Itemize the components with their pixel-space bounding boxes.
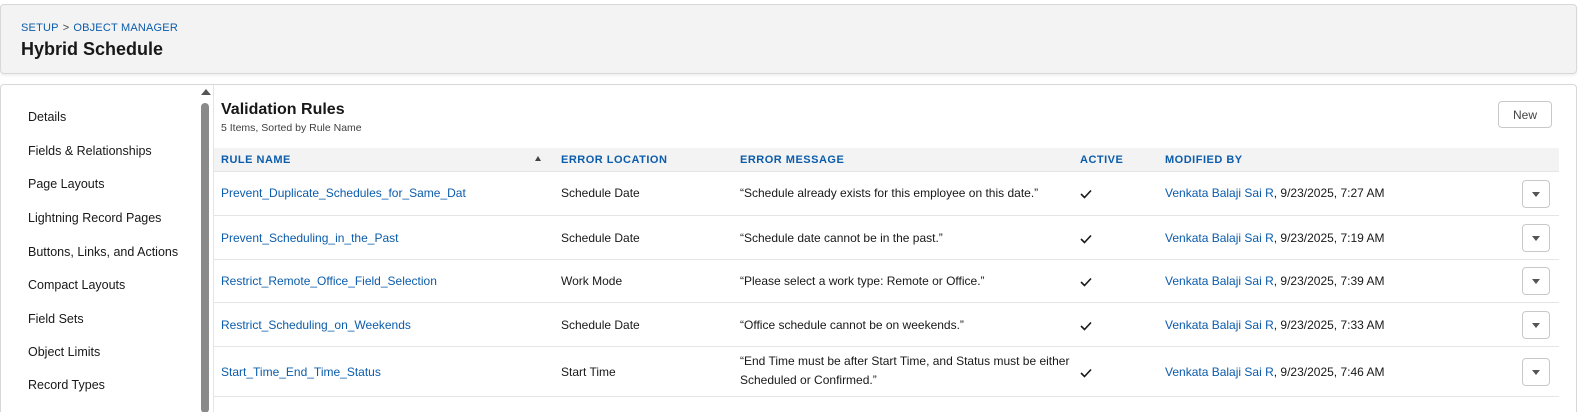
rule-name-link[interactable]: Restrict_Scheduling_on_Weekends bbox=[221, 318, 411, 332]
modified-by-user-link[interactable]: Venkata Balaji Sai R bbox=[1165, 274, 1274, 288]
chevron-down-icon bbox=[1532, 370, 1540, 375]
table-row: Restrict_Scheduling_on_Weekends Schedule… bbox=[214, 303, 1559, 347]
row-actions-button[interactable] bbox=[1522, 311, 1550, 339]
breadcrumb-object-manager[interactable]: OBJECT MANAGER bbox=[73, 22, 178, 34]
modified-date: , 9/23/2025, 7:39 AM bbox=[1273, 274, 1385, 288]
error-location: Work Mode bbox=[561, 274, 623, 288]
validation-rules-panel: Validation Rules 5 Items, Sorted by Rule… bbox=[213, 85, 1578, 412]
check-icon bbox=[1080, 368, 1092, 378]
check-icon bbox=[1080, 234, 1092, 244]
error-location: Schedule Date bbox=[561, 186, 640, 200]
error-location: Start Time bbox=[561, 365, 616, 379]
sidebar: Details Fields & Relationships Page Layo… bbox=[1, 85, 201, 412]
modified-by-user-link[interactable]: Venkata Balaji Sai R bbox=[1165, 186, 1274, 200]
breadcrumb-setup[interactable]: SETUP bbox=[21, 22, 59, 34]
error-message: “Office schedule cannot be on weekends.” bbox=[740, 318, 964, 332]
sidebar-scrollbar[interactable] bbox=[200, 85, 212, 412]
error-message: “Schedule date cannot be in the past.” bbox=[740, 231, 943, 245]
section-title: Validation Rules bbox=[221, 101, 345, 118]
row-actions-button[interactable] bbox=[1522, 180, 1550, 208]
error-location: Schedule Date bbox=[561, 318, 640, 332]
check-icon bbox=[1080, 189, 1092, 199]
row-actions-button[interactable] bbox=[1522, 267, 1550, 295]
table-row: Prevent_Scheduling_in_the_Past Schedule … bbox=[214, 216, 1559, 260]
rule-name-link[interactable]: Start_Time_End_Time_Status bbox=[221, 365, 381, 379]
validation-rules-table: RULE NAME ERROR LOCATION ERROR MESSAGE A… bbox=[214, 148, 1559, 397]
modified-by: Venkata Balaji Sai R, 9/23/2025, 7:39 AM bbox=[1165, 274, 1384, 288]
scroll-thumb[interactable] bbox=[201, 103, 209, 412]
chevron-down-icon bbox=[1532, 279, 1540, 284]
table-row: Prevent_Duplicate_Schedules_for_Same_Dat… bbox=[214, 172, 1559, 216]
check-icon bbox=[1080, 321, 1092, 331]
column-header-error-location[interactable]: ERROR LOCATION bbox=[561, 154, 667, 166]
sidebar-item-fields-relationships[interactable]: Fields & Relationships bbox=[28, 144, 152, 158]
sidebar-item-compact-layouts[interactable]: Compact Layouts bbox=[28, 278, 125, 292]
rule-name-link[interactable]: Prevent_Duplicate_Schedules_for_Same_Dat bbox=[221, 186, 466, 200]
breadcrumb-separator: > bbox=[62, 22, 70, 34]
column-header-active[interactable]: ACTIVE bbox=[1080, 154, 1123, 166]
scroll-up-icon[interactable] bbox=[201, 89, 211, 95]
rule-name-link[interactable]: Restrict_Remote_Office_Field_Selection bbox=[221, 274, 437, 288]
sort-ascending-icon bbox=[535, 156, 541, 161]
page-title: Hybrid Schedule bbox=[21, 39, 164, 59]
modified-date: , 9/23/2025, 7:19 AM bbox=[1273, 231, 1385, 245]
sidebar-item-field-sets[interactable]: Field Sets bbox=[28, 312, 84, 326]
chevron-down-icon bbox=[1532, 323, 1540, 328]
chevron-down-icon bbox=[1532, 192, 1540, 197]
modified-by: Venkata Balaji Sai R, 9/23/2025, 7:33 AM bbox=[1165, 318, 1384, 332]
column-header-modified-by[interactable]: MODIFIED BY bbox=[1165, 154, 1243, 166]
modified-by-user-link[interactable]: Venkata Balaji Sai R bbox=[1165, 365, 1274, 379]
table-row: Start_Time_End_Time_Status Start Time “E… bbox=[214, 347, 1559, 397]
check-icon bbox=[1080, 277, 1092, 287]
modified-by: Venkata Balaji Sai R, 9/23/2025, 7:19 AM bbox=[1165, 231, 1384, 245]
modified-by: Venkata Balaji Sai R, 9/23/2025, 7:46 AM bbox=[1165, 365, 1384, 379]
modified-date: , 9/23/2025, 7:27 AM bbox=[1273, 186, 1385, 200]
modified-by-user-link[interactable]: Venkata Balaji Sai R bbox=[1165, 318, 1274, 332]
column-header-error-message[interactable]: ERROR MESSAGE bbox=[740, 154, 844, 166]
chevron-down-icon bbox=[1532, 236, 1540, 241]
modified-by-user-link[interactable]: Venkata Balaji Sai R bbox=[1165, 231, 1274, 245]
error-message: “End Time must be after Start Time, and … bbox=[740, 354, 1070, 387]
modified-by: Venkata Balaji Sai R, 9/23/2025, 7:27 AM bbox=[1165, 186, 1384, 200]
error-location: Schedule Date bbox=[561, 231, 640, 245]
page-header: SETUP > OBJECT MANAGER Hybrid Schedule bbox=[0, 4, 1577, 74]
modified-date: , 9/23/2025, 7:33 AM bbox=[1273, 318, 1385, 332]
column-header-rule-name[interactable]: RULE NAME bbox=[221, 154, 291, 166]
row-actions-button[interactable] bbox=[1522, 358, 1550, 386]
sidebar-item-record-types[interactable]: Record Types bbox=[28, 378, 105, 392]
modified-date: , 9/23/2025, 7:46 AM bbox=[1273, 365, 1385, 379]
table-row: Restrict_Remote_Office_Field_Selection W… bbox=[214, 260, 1559, 303]
breadcrumb: SETUP > OBJECT MANAGER bbox=[21, 22, 178, 34]
sidebar-item-details[interactable]: Details bbox=[28, 110, 66, 124]
sidebar-item-lightning-record-pages[interactable]: Lightning Record Pages bbox=[28, 211, 161, 225]
sidebar-item-object-limits[interactable]: Object Limits bbox=[28, 345, 100, 359]
new-button[interactable]: New bbox=[1498, 101, 1552, 128]
section-subtitle: 5 Items, Sorted by Rule Name bbox=[221, 122, 362, 134]
content-area: Details Fields & Relationships Page Layo… bbox=[0, 84, 1577, 412]
rule-name-link[interactable]: Prevent_Scheduling_in_the_Past bbox=[221, 231, 398, 245]
sidebar-item-page-layouts[interactable]: Page Layouts bbox=[28, 177, 104, 191]
error-message: “Please select a work type: Remote or Of… bbox=[740, 274, 985, 288]
row-actions-button[interactable] bbox=[1522, 224, 1550, 252]
error-message: “Schedule already exists for this employ… bbox=[740, 186, 1039, 200]
table-header: RULE NAME ERROR LOCATION ERROR MESSAGE A… bbox=[214, 148, 1559, 172]
sidebar-item-buttons-links-actions[interactable]: Buttons, Links, and Actions bbox=[28, 245, 178, 259]
